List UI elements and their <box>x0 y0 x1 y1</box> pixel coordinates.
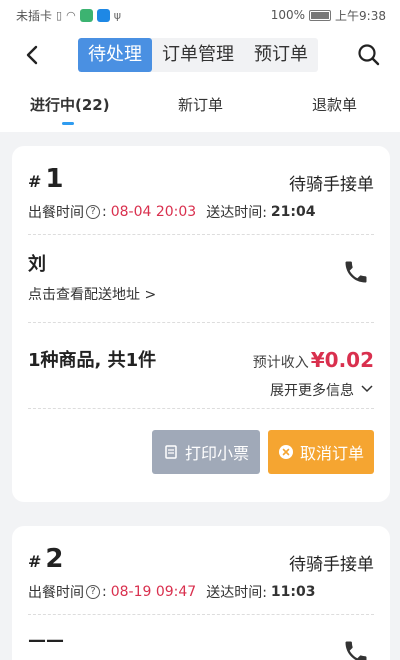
colon: : <box>102 204 107 220</box>
order-number: # 1 <box>28 164 64 194</box>
battery-icon <box>309 9 332 21</box>
meal-time-label: 出餐时间 <box>28 205 84 221</box>
divider <box>28 614 374 615</box>
meal-time-label: 出餐时间 <box>28 585 84 601</box>
app-notification-icon <box>79 8 93 22</box>
nav-bar: 待处理 订单管理 预订单 <box>0 30 400 80</box>
order-status: 待骑手接单 <box>289 175 374 195</box>
order-card: # 2 待骑手接单 出餐时间 ? : 08-19 09:47 送达时间: 11:… <box>12 526 390 660</box>
deliver-time-label: 送达时间: <box>206 585 267 601</box>
chevron-down-icon <box>360 381 374 399</box>
tab-refunds[interactable]: 退款单 <box>312 94 357 115</box>
print-receipt-label: 打印小票 <box>184 444 249 463</box>
deliver-time-value: 11:03 <box>270 584 316 600</box>
expand-label: 展开更多信息 <box>270 383 354 399</box>
tab-in-progress[interactable]: 进行中(22) <box>30 94 110 115</box>
view-switcher: 待处理 订单管理 预订单 <box>78 38 318 72</box>
time-row: 出餐时间 ? : 08-19 09:47 送达时间: 11:03 <box>28 582 316 602</box>
cancel-order-label: 取消订单 <box>299 444 364 463</box>
segment-preorders[interactable]: 预订单 <box>244 38 318 72</box>
estimated-income: 预计收入 ¥0.02 <box>253 348 374 372</box>
time-row: 出餐时间 ? : 08-04 20:03 送达时间: 21:04 <box>28 202 316 222</box>
view-address-link[interactable]: 点击查看配送地址 > <box>28 284 156 304</box>
tab-new-orders[interactable]: 新订单 <box>178 94 223 115</box>
order-number: # 2 <box>28 544 64 574</box>
search-icon[interactable] <box>354 40 384 70</box>
goods-summary: 1种商品, 共1件 <box>28 350 157 371</box>
active-tab-indicator <box>62 122 74 125</box>
printer-icon <box>163 444 179 460</box>
meal-time-value: 08-04 20:03 <box>110 204 197 220</box>
carrier-label: 未插卡 <box>16 8 53 23</box>
order-hash: # <box>28 172 42 191</box>
colon: : <box>102 584 107 600</box>
clock: 上午9:38 <box>335 8 386 23</box>
security-notification-icon <box>96 8 110 22</box>
phone-icon[interactable] <box>342 638 370 660</box>
status-bar: 未插卡 ▯ ◠ ψ 100% 上午9:38 <box>0 0 400 30</box>
income-label: 预计收入 <box>252 355 309 371</box>
customer-name: —— <box>28 630 64 651</box>
divider <box>28 408 374 409</box>
back-arrow-icon[interactable] <box>18 40 48 70</box>
usb-icon: ψ <box>113 8 121 22</box>
order-number-value: 2 <box>45 544 64 574</box>
help-icon[interactable]: ? <box>86 585 100 599</box>
battery-percent: 100% <box>270 8 306 22</box>
order-status: 待骑手接单 <box>289 555 374 575</box>
divider <box>28 234 374 235</box>
order-number-value: 1 <box>45 164 64 194</box>
order-hash: # <box>28 552 42 571</box>
phone-icon[interactable] <box>342 258 370 286</box>
meal-time-value: 08-19 09:47 <box>110 584 197 600</box>
customer-name: 刘 <box>28 254 46 275</box>
order-card: # 1 待骑手接单 出餐时间 ? : 08-04 20:03 送达时间: 21:… <box>12 146 390 502</box>
income-value: ¥0.02 <box>310 348 374 372</box>
expand-more-info[interactable]: 展开更多信息 <box>270 380 374 400</box>
help-icon[interactable]: ? <box>86 205 100 219</box>
order-tabs: 进行中(22) 新订单 退款单 <box>0 80 400 132</box>
close-circle-icon <box>278 444 294 460</box>
print-receipt-button[interactable]: 打印小票 <box>152 430 260 474</box>
wifi-icon: ◠ <box>66 8 76 22</box>
segment-order-management[interactable]: 订单管理 <box>152 38 244 72</box>
sim-icon: ▯ <box>56 8 63 22</box>
cancel-order-button[interactable]: 取消订单 <box>268 430 374 474</box>
deliver-time-value: 21:04 <box>270 204 316 220</box>
deliver-time-label: 送达时间: <box>206 205 267 221</box>
segment-pending[interactable]: 待处理 <box>78 38 152 72</box>
divider <box>28 322 374 323</box>
